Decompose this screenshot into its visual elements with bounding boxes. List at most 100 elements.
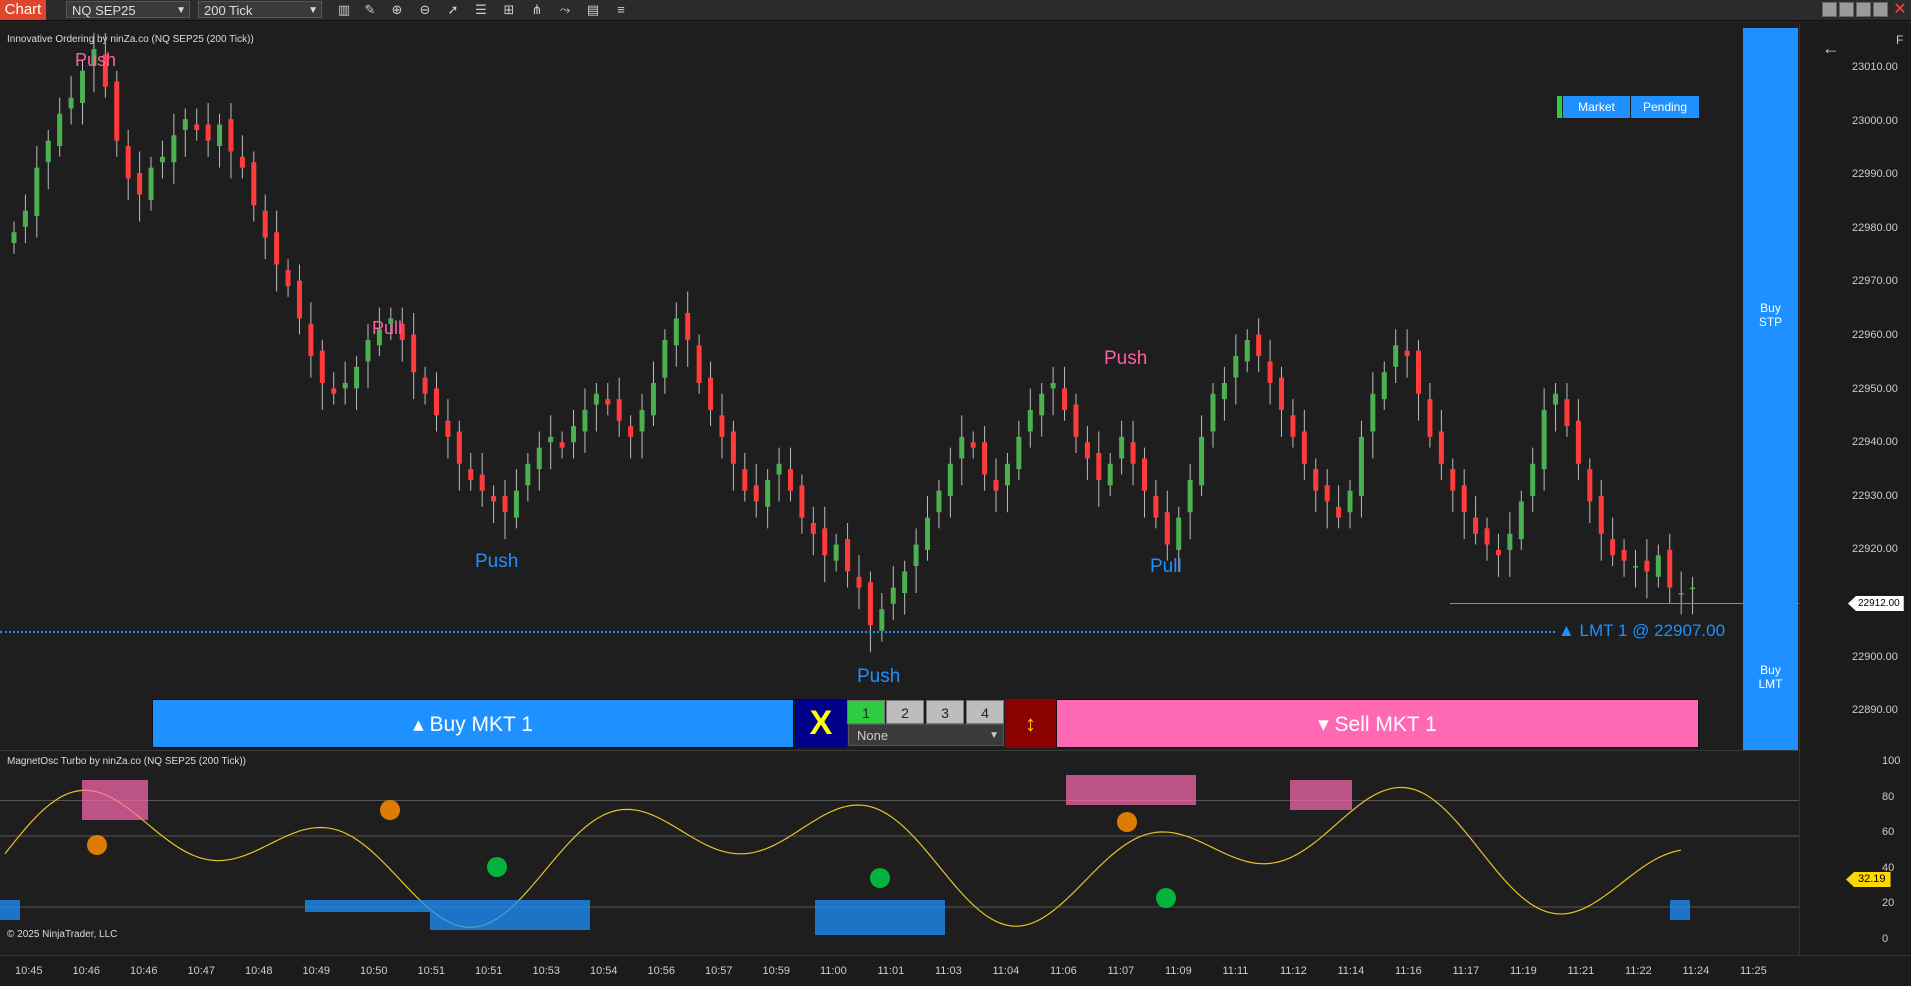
zoom-out-icon[interactable]: ⊖ (417, 2, 433, 18)
chevron-down-icon: ▼ (989, 730, 999, 741)
osc-level-label: 0 (1882, 932, 1889, 945)
candle-body (1107, 463, 1113, 486)
chevron-down-icon: ▼ (308, 5, 318, 16)
close-window-icon[interactable]: ✕ (1890, 0, 1910, 20)
strategies-icon[interactable]: ⤳ (557, 2, 573, 18)
buy-stp-label-line1: Buy (1760, 301, 1781, 315)
chart-tab[interactable]: Chart (0, 0, 46, 20)
data-box-icon[interactable]: ▤ (585, 2, 601, 18)
candle-body (1575, 420, 1581, 464)
price-tick-label: 22890.00 (1852, 704, 1898, 717)
maximize-icon[interactable] (1873, 2, 1888, 17)
candle-body (1507, 533, 1513, 550)
draw-icon[interactable]: ✎ (362, 2, 378, 18)
time-tick-label: 11:19 (1510, 965, 1537, 977)
time-tick-label: 11:01 (877, 965, 905, 977)
reverse-position-button[interactable]: ↕ (1005, 699, 1056, 748)
indicators-icon[interactable]: ⋔ (529, 2, 545, 18)
candle-body (1461, 485, 1467, 513)
candle-body (1153, 496, 1159, 518)
pending-tab[interactable]: Pending (1631, 96, 1699, 118)
limit-order-line[interactable] (0, 631, 1555, 633)
osc-level-label: 60 (1882, 826, 1895, 838)
sell-market-button[interactable]: ▾ Sell MKT 1 (1056, 699, 1699, 748)
candle-body (1210, 393, 1216, 432)
candle-body (1004, 463, 1010, 486)
buy-market-button[interactable]: ▴ Buy MKT 1 (152, 699, 794, 748)
zoom-in-icon[interactable]: ⊕ (389, 2, 405, 18)
candle-body (502, 496, 508, 513)
time-tick-label: 10:49 (302, 965, 331, 977)
candle-body (1050, 383, 1056, 389)
time-tick-label: 10:54 (590, 965, 618, 977)
qty-button-3[interactable]: 3 (926, 700, 964, 724)
candle-body (137, 173, 143, 195)
candle-body (616, 399, 622, 421)
candle-body (673, 318, 679, 346)
buy-limit-button[interactable]: Buy LMT (1743, 603, 1798, 750)
interval-selector[interactable]: 200 Tick ▼ (198, 1, 322, 18)
osc-level-label: 80 (1882, 790, 1895, 803)
instrument-selector[interactable]: NQ SEP25 ▼ (66, 1, 190, 18)
candle-body (582, 409, 588, 432)
buy-stop-button[interactable]: Buy STP (1743, 28, 1798, 603)
candle-body (970, 442, 976, 448)
candle-body (1096, 453, 1102, 480)
candle-body (1495, 549, 1501, 556)
osc-signal-dot (87, 835, 107, 855)
candle-body (685, 313, 691, 340)
candle-body (1381, 372, 1387, 400)
candle-body (845, 539, 851, 572)
candle-body (1221, 383, 1227, 400)
candle-body (296, 280, 302, 319)
candle-body (628, 426, 634, 437)
buy-lmt-label-line2: LMT (1758, 677, 1783, 691)
qty-select[interactable]: None ▼ (848, 724, 1004, 746)
time-tick-label: 11:24 (1682, 965, 1710, 977)
candle-body (1541, 409, 1547, 470)
candle-body (1062, 388, 1068, 410)
signal-label: Push (475, 551, 519, 572)
close-position-button[interactable]: X (795, 699, 847, 748)
candle-body (925, 517, 931, 550)
candle-body (1416, 350, 1422, 394)
candle-body (799, 485, 805, 518)
time-tick-label: 11:21 (1567, 965, 1595, 977)
candle-body (947, 463, 953, 497)
candle-body (708, 377, 714, 410)
market-tab[interactable]: Market (1563, 96, 1630, 118)
candle-body (879, 609, 885, 631)
candle-body (559, 442, 565, 448)
candle-body (1119, 436, 1125, 459)
pointer-icon[interactable]: ➚ (445, 2, 461, 18)
candle-body (696, 345, 702, 383)
qty-button-4[interactable]: 4 (966, 700, 1004, 724)
candle-body (913, 544, 919, 567)
osc-signal-dot (1117, 812, 1137, 832)
candle-body (1336, 506, 1342, 518)
properties-icon[interactable]: ☰ (473, 2, 489, 18)
template-icon[interactable]: ⊞ (501, 2, 517, 18)
minimize-window-icon[interactable] (1856, 2, 1871, 17)
bar-type-icon[interactable]: ▥ (336, 2, 352, 18)
time-tick-label: 10:46 (72, 965, 101, 977)
candle-body (342, 383, 348, 389)
oscillator-axis[interactable] (1799, 755, 1911, 955)
candle-body (1244, 339, 1250, 362)
qty-button-1[interactable]: 1 (847, 700, 885, 724)
qty-button-2[interactable]: 2 (886, 700, 924, 724)
candle-body (274, 232, 280, 265)
candle-body (354, 366, 360, 389)
minimize-icon[interactable] (1822, 2, 1837, 17)
list-icon[interactable]: ≡ (613, 2, 629, 18)
limit-order-label[interactable]: ▲ LMT 1 @ 22907.00 (1558, 621, 1725, 641)
restore-icon[interactable] (1839, 2, 1854, 17)
candle-body (1530, 463, 1536, 497)
candle-body (1404, 350, 1410, 357)
candle-body (810, 523, 816, 534)
candle-body (1484, 528, 1490, 545)
arrow-left-icon[interactable]: ← (1822, 38, 1840, 59)
time-tick-label: 11:04 (992, 965, 1020, 977)
price-tick-label: 23000.00 (1852, 114, 1898, 127)
candle-body (422, 377, 428, 394)
